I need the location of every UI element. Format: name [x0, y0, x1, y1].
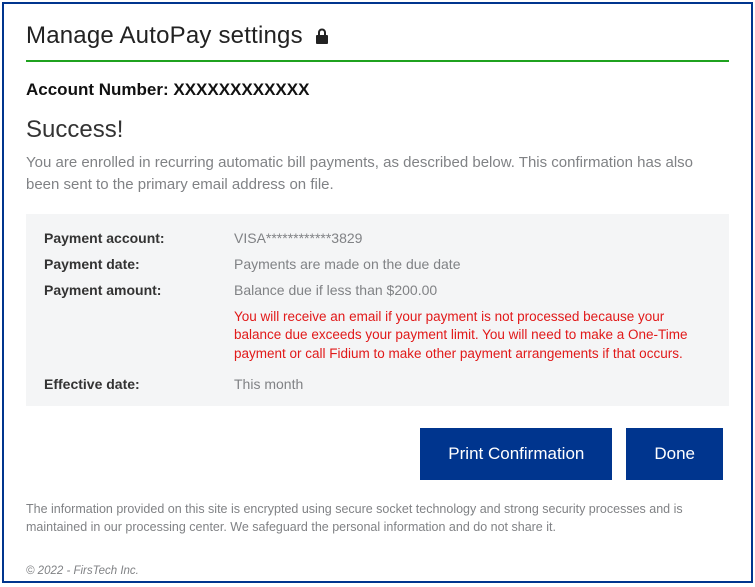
account-number-row: Account Number: XXXXXXXXXXXX — [26, 80, 729, 100]
button-row: Print Confirmation Done — [26, 428, 729, 480]
done-button[interactable]: Done — [626, 428, 723, 480]
print-confirmation-button[interactable]: Print Confirmation — [420, 428, 612, 480]
effective-date-row: Effective date: This month — [44, 376, 711, 392]
payment-account-row: Payment account: VISA************3829 — [44, 230, 711, 246]
payment-account-label: Payment account: — [44, 230, 234, 246]
autopay-settings-panel: Manage AutoPay settings Account Number: … — [2, 2, 753, 583]
details-box: Payment account: VISA************3829 Pa… — [26, 214, 729, 407]
copyright: © 2022 - FirsTech Inc. — [26, 565, 139, 577]
success-description: You are enrolled in recurring automatic … — [26, 152, 729, 196]
effective-date-value: This month — [234, 376, 711, 392]
payment-amount-row: Payment amount: Balance due if less than… — [44, 282, 711, 298]
account-number-label: Account Number: — [26, 80, 169, 99]
payment-limit-warning: You will receive an email if your paymen… — [234, 308, 711, 365]
payment-account-value: VISA************3829 — [234, 230, 711, 246]
security-disclaimer: The information provided on this site is… — [26, 500, 729, 536]
payment-amount-label: Payment amount: — [44, 282, 234, 298]
lock-icon — [315, 28, 329, 44]
account-number-value: XXXXXXXXXXXX — [173, 80, 309, 99]
payment-date-row: Payment date: Payments are made on the d… — [44, 256, 711, 272]
effective-date-label: Effective date: — [44, 376, 234, 392]
payment-date-value: Payments are made on the due date — [234, 256, 711, 272]
payment-amount-value: Balance due if less than $200.00 — [234, 282, 711, 298]
title-row: Manage AutoPay settings — [26, 22, 729, 50]
success-heading: Success! — [26, 116, 729, 144]
page-title: Manage AutoPay settings — [26, 22, 303, 50]
payment-date-label: Payment date: — [44, 256, 234, 272]
divider — [26, 60, 729, 62]
